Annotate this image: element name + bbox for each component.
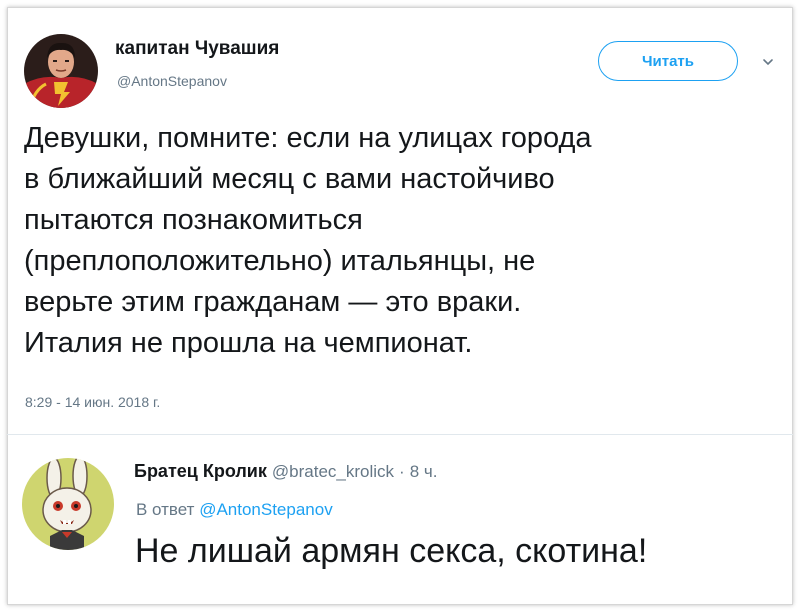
tweet-text-line: пытаются познакомиться xyxy=(24,204,363,236)
author-handle[interactable]: @AntonStepanov xyxy=(117,73,227,89)
follow-button-label: Читать xyxy=(641,52,695,70)
rabbit-avatar-icon xyxy=(22,458,114,550)
tweet-text-line: Девушки, помните: если на улицах города xyxy=(24,122,592,154)
reply-header: Братец Кролик @bratec_krolick · 8 ч. xyxy=(134,461,438,482)
tweet-timestamp[interactable]: 8:29 - 14 июн. 2018 г. xyxy=(25,394,160,410)
reply-time[interactable]: 8 ч. xyxy=(410,462,438,481)
in-reply-handle-link[interactable]: @AntonStepanov xyxy=(199,500,333,519)
in-reply-prefix: В ответ xyxy=(136,500,195,519)
tweet-text-line: в ближайший месяц с вами настойчиво xyxy=(24,163,555,195)
tweet-text-line: Италия не прошла на чемпионат. xyxy=(24,327,473,359)
divider xyxy=(7,434,793,435)
author-name[interactable]: капитан Чувашия xyxy=(115,38,279,60)
in-reply-to: В ответ @AntonStepanov xyxy=(136,500,333,520)
tweet-text-line: верьте этим гражданам — это враки. xyxy=(24,286,522,318)
reply-text: Не лишай армян секса, скотина! xyxy=(135,532,648,570)
reply-author-avatar[interactable] xyxy=(22,458,114,550)
tweet-text: Девушки, помните: если на улицах города … xyxy=(24,118,784,364)
follow-button[interactable]: Читать xyxy=(598,41,738,81)
chevron-down-icon[interactable] xyxy=(760,54,776,70)
author-avatar[interactable] xyxy=(24,34,98,108)
reply-author-name[interactable]: Братец Кролик xyxy=(134,461,267,481)
superhero-avatar-icon xyxy=(24,34,98,108)
reply-author-handle[interactable]: @bratec_krolick xyxy=(272,462,394,481)
separator-dot: · xyxy=(399,462,405,481)
tweet-text-line: (преплоположительно) итальянцы, не xyxy=(24,245,536,277)
